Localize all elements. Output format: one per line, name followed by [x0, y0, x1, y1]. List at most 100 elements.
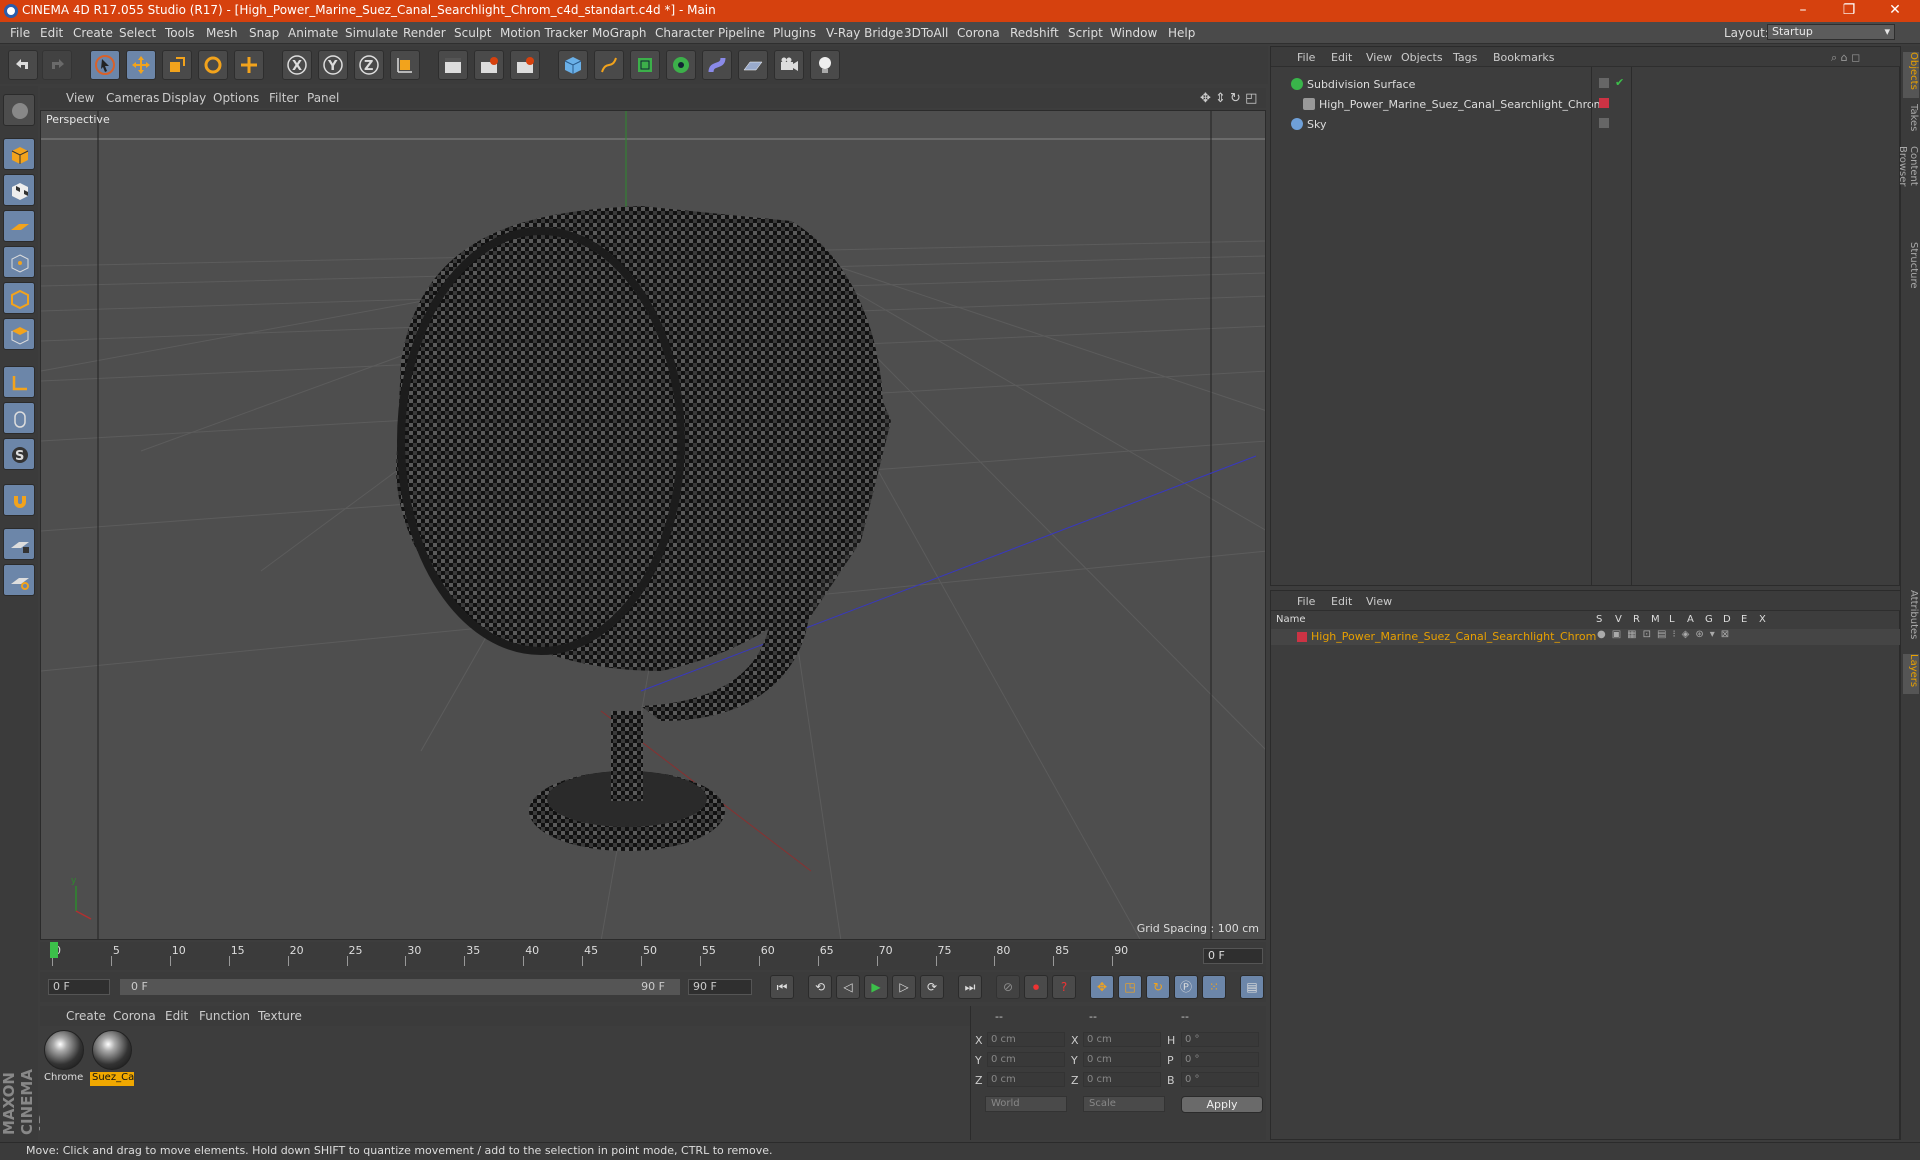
coordinate-space-dropdown[interactable]: World [985, 1096, 1067, 1112]
menu-file[interactable]: File [10, 26, 30, 40]
menu-simulate[interactable]: Simulate [345, 26, 398, 40]
tab-content-browser[interactable]: Content Browser [1897, 146, 1919, 226]
restore-button[interactable]: ❐ [1826, 0, 1872, 22]
layer-color-swatch[interactable] [1297, 632, 1307, 642]
rot-h-field[interactable]: 0 ° [1181, 1032, 1259, 1047]
material-menu-corona[interactable]: Corona [113, 1009, 156, 1023]
menu-tools[interactable]: Tools [165, 26, 195, 40]
layer-menu-file[interactable]: File [1297, 595, 1315, 608]
menu-help[interactable]: Help [1168, 26, 1195, 40]
cube-object-button[interactable] [558, 50, 588, 80]
material-menu-create[interactable]: Create [66, 1009, 106, 1023]
layout-select[interactable]: Startup ▾ [1767, 24, 1895, 40]
layer-toggle-icons[interactable]: ●▣▦⊡▤⁝◈⊛▾⊠ [1597, 629, 1735, 640]
viewport-nav-icons[interactable]: ✥ ⇕ ↻ ◰ [1200, 91, 1257, 106]
keyframe-selection-button[interactable]: ? [1052, 975, 1076, 999]
menu-mograph[interactable]: MoGraph [592, 26, 647, 40]
model-mode-button[interactable] [3, 138, 35, 170]
timeline-ruler[interactable]: 051015202530354045505560657075808590 0 F [40, 942, 1266, 970]
next-key-button[interactable]: ⟳ [920, 975, 944, 999]
start-frame-field[interactable]: 0 F [48, 979, 110, 995]
layer-menu-edit[interactable]: Edit [1331, 595, 1352, 608]
layer-menu-view[interactable]: View [1366, 595, 1392, 608]
polygons-mode-button[interactable] [3, 318, 35, 350]
menu-animate[interactable]: Animate [288, 26, 338, 40]
deformer-button[interactable] [702, 50, 732, 80]
obj-menu-bookmarks[interactable]: Bookmarks [1493, 51, 1554, 64]
close-button[interactable]: ✕ [1872, 0, 1918, 22]
menu-corona[interactable]: Corona [957, 26, 1000, 40]
parameter-key-button[interactable]: Ⓟ [1174, 975, 1198, 999]
timeline-window-button[interactable]: ▤ [1240, 975, 1264, 999]
object-row-sky[interactable]: Sky [1271, 115, 1901, 134]
material-menu-edit[interactable]: Edit [165, 1009, 188, 1023]
obj-menu-objects[interactable]: Objects [1401, 51, 1443, 64]
menu-script[interactable]: Script [1068, 26, 1103, 40]
pos-x-field[interactable]: 0 cm [987, 1032, 1065, 1047]
workplane-align-button[interactable] [3, 564, 35, 596]
menu-redshift[interactable]: Redshift [1010, 26, 1059, 40]
viewport-menu-options[interactable]: Options [213, 91, 259, 105]
layer-color-tag[interactable] [1599, 98, 1609, 108]
pos-z-field[interactable]: 0 cm [987, 1072, 1065, 1087]
apply-button[interactable]: Apply [1181, 1096, 1263, 1113]
viewport-menu-cameras[interactable]: Cameras [106, 91, 159, 105]
previous-frame-button[interactable]: ◁ [836, 975, 860, 999]
material-suez[interactable]: Suez_Ca [90, 1030, 134, 1086]
menu-vray-bridge[interactable]: V-Ray Bridge [826, 26, 903, 40]
x-axis-lock-button[interactable]: X [282, 50, 312, 80]
tab-takes[interactable]: Takes [1903, 104, 1919, 134]
material-menu-function[interactable]: Function [199, 1009, 250, 1023]
obj-search-icon[interactable]: ⌕ ⌂ ◻ [1831, 51, 1860, 65]
snap-button[interactable] [3, 484, 35, 516]
render-settings-button[interactable] [510, 50, 540, 80]
playhead[interactable] [50, 942, 58, 958]
layer-row[interactable]: High_Power_Marine_Suez_Canal_Searchlight… [1271, 629, 1901, 645]
camera-object-button[interactable] [774, 50, 804, 80]
tweak-mode-button[interactable] [3, 402, 35, 434]
tab-layers[interactable]: Layers [1903, 654, 1919, 694]
solo-mode-button[interactable]: S [3, 438, 35, 470]
menu-motion-tracker[interactable]: Motion Tracker [500, 26, 588, 40]
visibility-toggle[interactable] [1599, 118, 1609, 128]
play-button[interactable]: ▶ [864, 975, 888, 999]
menu-character[interactable]: Character [655, 26, 714, 40]
object-row-searchlight[interactable]: High_Power_Marine_Suez_Canal_Searchlight… [1271, 95, 1901, 114]
render-view-button[interactable] [438, 50, 468, 80]
record-active-button[interactable]: ⊘ [996, 975, 1020, 999]
material-chrome[interactable]: Chrome [42, 1030, 86, 1086]
autokey-button[interactable]: ⏺ [1024, 975, 1048, 999]
floor-object-button[interactable] [738, 50, 768, 80]
z-axis-lock-button[interactable]: Z [354, 50, 384, 80]
menu-create[interactable]: Create [73, 26, 113, 40]
menu-pipeline[interactable]: Pipeline [718, 26, 765, 40]
rot-p-field[interactable]: 0 ° [1181, 1052, 1259, 1067]
menu-render[interactable]: Render [403, 26, 446, 40]
enabled-check-icon[interactable]: ✔ [1615, 76, 1624, 89]
menu-sculpt[interactable]: Sculpt [454, 26, 491, 40]
size-z-field[interactable]: 0 cm [1083, 1072, 1161, 1087]
viewport-menu-display[interactable]: Display [162, 91, 206, 105]
object-row-subdivision[interactable]: Subdivision Surface ✔ [1271, 75, 1901, 94]
select-tool-button[interactable] [90, 50, 120, 80]
position-key-button[interactable]: ✥ [1090, 975, 1114, 999]
rot-b-field[interactable]: 0 ° [1181, 1072, 1259, 1087]
menu-window[interactable]: Window [1110, 26, 1157, 40]
size-x-field[interactable]: 0 cm [1083, 1032, 1161, 1047]
coordinate-mode-dropdown[interactable]: Scale [1083, 1096, 1165, 1112]
points-mode-button[interactable] [3, 246, 35, 278]
obj-menu-edit[interactable]: Edit [1331, 51, 1352, 64]
coordinate-system-button[interactable] [390, 50, 420, 80]
make-editable-button[interactable] [3, 94, 35, 126]
workplane-mode-button[interactable] [3, 210, 35, 242]
y-axis-lock-button[interactable]: Y [318, 50, 348, 80]
undo-button[interactable] [8, 50, 38, 80]
go-to-start-button[interactable]: ⏮ [770, 975, 794, 999]
mograph-cloner-button[interactable] [666, 50, 696, 80]
viewport-menu-panel[interactable]: Panel [307, 91, 339, 105]
menu-snap[interactable]: Snap [249, 26, 279, 40]
viewport-menu-view[interactable]: View [66, 91, 94, 105]
previous-key-button[interactable]: ⟲ [808, 975, 832, 999]
frame-ruler[interactable]: 051015202530354045505560657075808590 [48, 942, 1198, 968]
obj-menu-tags[interactable]: Tags [1453, 51, 1477, 64]
